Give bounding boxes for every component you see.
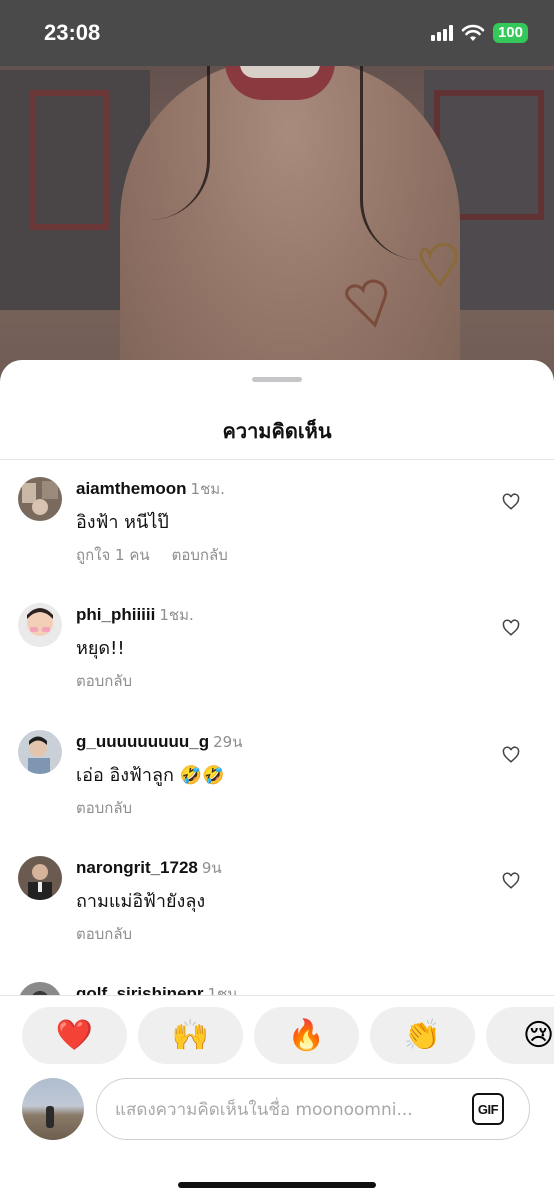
heart-outline-icon[interactable] [502,619,520,637]
cellular-signal-icon [430,25,453,41]
battery-icon: 100 [492,23,528,43]
avatar-figure [46,1106,54,1128]
avatar[interactable] [18,603,62,647]
comment-time: 1ชม. [190,480,225,498]
comment-actions: ถูกใจ 1 คน ตอบกลับ [76,543,228,567]
comment-time: 9น [201,859,222,877]
sheet-grabber[interactable] [252,377,302,382]
photo-frame-left [30,90,110,230]
reaction-fire-button[interactable]: 🔥 [254,1007,359,1064]
photo-teeth [240,64,320,78]
status-icons: 100 [430,23,528,43]
comment-actions: ตอบกลับ [76,796,132,820]
status-bar: 23:08 100 [0,0,554,66]
avatar-image [18,730,62,774]
comment-text: ถามแม่อิฟ้ายังลุง [76,891,206,912]
home-indicator [178,1182,376,1188]
comment-header: narongrit_1728 9น [76,856,222,880]
comment-item: narongrit_1728 9น ถามแม่อิฟ้ายังลุง ตอบกล… [0,856,554,976]
comment-actions: ตอบกลับ [76,922,132,946]
status-time: 23:08 [44,20,101,45]
my-avatar [22,1078,84,1140]
quick-reactions: ❤️ 🙌 🔥 👏 😢 [22,1007,554,1064]
reaction-heart-button[interactable]: ❤️ [22,1007,127,1064]
comment-item: phi_phiiiii 1ชม. หยุด!! ตอบกลับ [0,603,554,723]
heart-doodle-icon [345,243,458,328]
heart-outline-icon[interactable] [502,872,520,890]
reply-button[interactable]: ตอบกลับ [76,672,132,690]
reply-button[interactable]: ตอบกลับ [76,925,132,943]
avatar[interactable] [18,730,62,774]
comment-username[interactable]: narongrit_1728 [76,858,198,877]
avatar[interactable] [18,856,62,900]
comment-username[interactable]: g_uuuuuuuuu_g [76,732,209,751]
reaction-raised-hands-button[interactable]: 🙌 [138,1007,243,1064]
comment-input-row: แสดงความคิดเห็นในชื่อ moonoomni... GIF [22,1078,532,1142]
reaction-crying-button[interactable]: 😢 [486,1007,554,1064]
comment-time: 1ชม. [159,606,194,624]
comment-text: เอ่อ อิงฟ้าลูก 🤣🤣 [76,765,225,786]
sheet-title: ความคิดเห็น [222,419,332,443]
comment-input-placeholder: แสดงความคิดเห็นในชื่อ moonoomni... [115,1099,413,1120]
avatar-image [18,477,62,521]
comment-text: หยุด!! [76,638,125,659]
comment-username[interactable]: phi_phiiiii [76,605,155,624]
comment-actions: ตอบกลับ [76,669,132,693]
comment-header: phi_phiiiii 1ชม. [76,603,194,627]
comment-header: aiamthemoon 1ชม. [76,477,225,501]
reply-button[interactable]: ตอบกลับ [172,546,228,564]
comment-header: g_uuuuuuuuu_g 29น [76,730,242,754]
comment-item: g_uuuuuuuuu_g 29น เอ่อ อิงฟ้าลูก 🤣🤣 ตอบกล… [0,730,554,850]
avatar[interactable] [18,477,62,521]
likes-count-link[interactable]: ถูกใจ 1 คน [76,546,150,564]
wifi-icon [461,24,485,41]
comment-composer: ❤️ 🙌 🔥 👏 😢 แสดงความคิดเห็นในชื่อ moonoom… [0,995,554,1200]
reaction-clap-button[interactable]: 👏 [370,1007,475,1064]
sheet-divider [0,459,554,460]
reply-button[interactable]: ตอบกลับ [76,799,132,817]
comment-username[interactable]: aiamthemoon [76,479,187,498]
avatar-image [18,603,62,647]
heart-outline-icon[interactable] [502,493,520,511]
photo-hair-right [360,60,420,260]
comment-input[interactable]: แสดงความคิดเห็นในชื่อ moonoomni... [96,1078,530,1140]
avatar-image [18,856,62,900]
heart-outline-icon[interactable] [502,746,520,764]
gif-icon[interactable]: GIF [472,1093,504,1125]
comment-item: aiamthemoon 1ชม. อิงฟ้า หนีไป๊ ถูกใจ 1 คน… [0,477,554,597]
comment-text: อิงฟ้า หนีไป๊ [76,512,169,533]
comment-time: 29น [213,733,243,751]
comments-sheet: ความคิดเห็น aiamthemoon 1ชม. อิงฟ้า หนีไป… [0,360,554,1200]
